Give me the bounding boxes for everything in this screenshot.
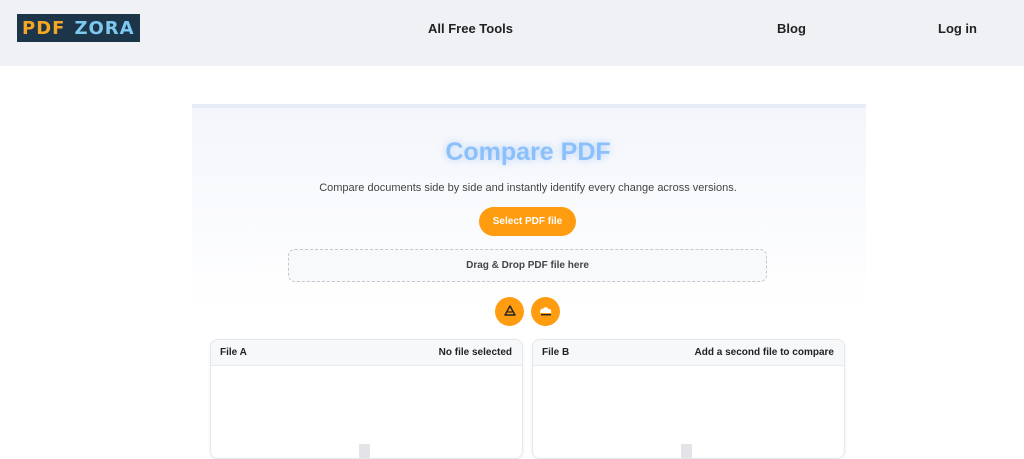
brand-logo[interactable]: PDF ZORA [17, 14, 140, 42]
file-b-header: File B Add a second file to compare [533, 340, 844, 366]
file-a-label: File A [220, 347, 247, 358]
site-header: PDF ZORA All Free Tools Blog Log in [0, 0, 1024, 66]
google-drive-button[interactable] [495, 297, 524, 326]
logo-zora-text: ZORA [74, 17, 135, 39]
file-a-header: File A No file selected [211, 340, 522, 366]
drop-zone-label: Drag & Drop PDF file here [466, 260, 589, 271]
file-b-label: File B [542, 347, 570, 358]
file-a-status: No file selected [438, 347, 512, 358]
file-a-card[interactable]: File A No file selected [210, 339, 523, 459]
cloud-upload-icon [539, 303, 553, 321]
file-b-status: Add a second file to compare [694, 347, 834, 358]
file-b-card[interactable]: File B Add a second file to compare [532, 339, 845, 459]
drop-zone[interactable]: Drag & Drop PDF file here [288, 249, 767, 282]
nav-all-free-tools[interactable]: All Free Tools [428, 21, 513, 36]
page-title: Compare PDF [445, 138, 611, 166]
document-placeholder-icon [359, 444, 370, 458]
google-drive-icon [503, 303, 516, 321]
logo-pdf-text: PDF [22, 17, 66, 39]
cloud-upload-button[interactable] [531, 297, 560, 326]
select-pdf-button[interactable]: Select PDF file [479, 207, 576, 236]
nav-blog[interactable]: Blog [777, 21, 806, 36]
nav-login[interactable]: Log in [938, 21, 977, 36]
page-subtitle: Compare documents side by side and insta… [319, 182, 737, 194]
document-placeholder-icon [681, 444, 692, 458]
